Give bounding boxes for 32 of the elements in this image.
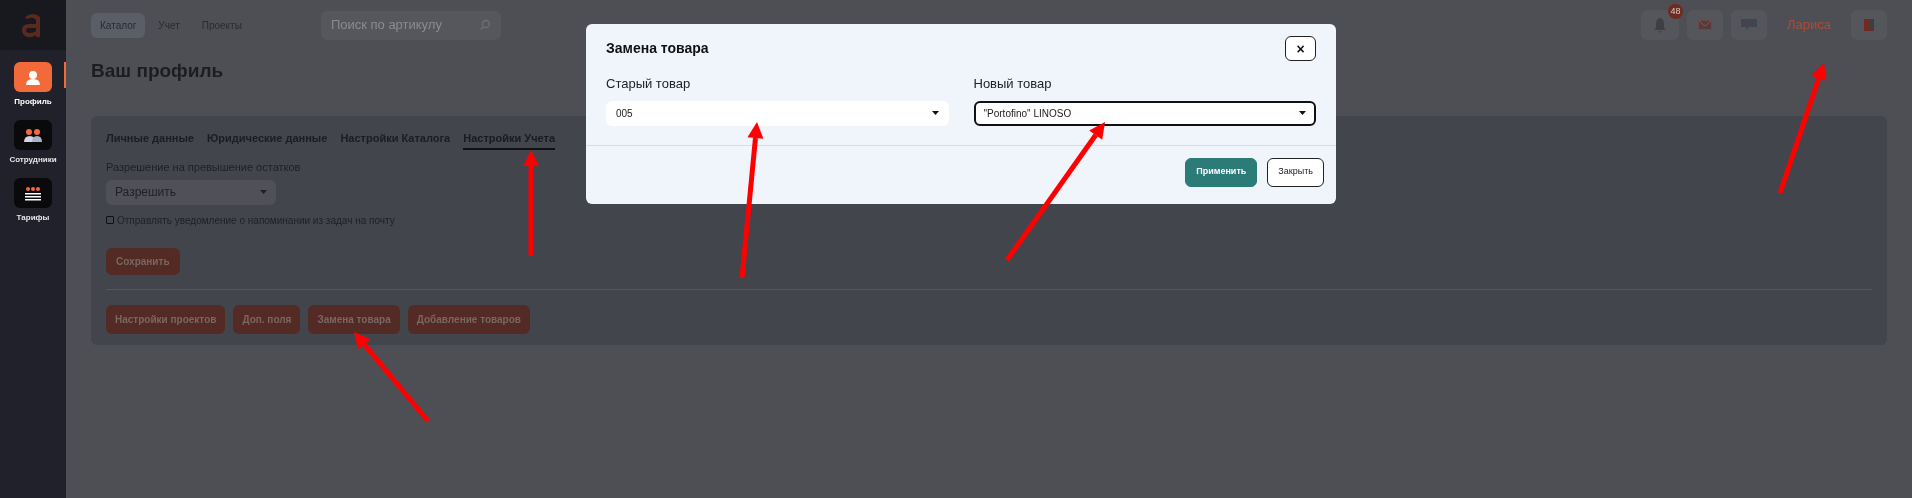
people-icon: [23, 126, 43, 144]
product-select[interactable]: "Portofino" LINOSO: [973, 100, 1316, 126]
modal-title: Замена товара: [606, 39, 709, 58]
user-name-link[interactable]: Лариса: [1775, 15, 1843, 35]
chat-button[interactable]: [1731, 10, 1767, 40]
notification-badge: 48: [1668, 4, 1683, 19]
caret-icon: [260, 190, 267, 194]
mail-button[interactable]: [1687, 10, 1723, 40]
action-button[interactable]: Настройки проектов: [106, 304, 226, 334]
notifications-button[interactable]: [1641, 10, 1679, 40]
sidebar-item[interactable]: Сотрудники: [0, 118, 66, 168]
close-button[interactable]: ×: [1285, 36, 1316, 61]
product-select[interactable]: 005: [606, 100, 949, 126]
list-icon: [23, 184, 43, 202]
sidebar-item[interactable]: Тарифы: [0, 176, 66, 226]
person-icon: [23, 68, 43, 86]
apply-button[interactable]: Применить: [1185, 157, 1258, 187]
field-label: Старый товар: [606, 75, 692, 93]
field-label: Новый товар: [973, 75, 1053, 93]
envelope-icon: [1698, 20, 1712, 30]
logout-button[interactable]: [1851, 10, 1887, 40]
door-icon: [1864, 19, 1874, 31]
bell-icon: [1654, 17, 1666, 33]
search-icon: [478, 19, 491, 31]
action-button[interactable]: Замена товара: [308, 304, 400, 334]
checkbox[interactable]: [106, 216, 114, 224]
action-button[interactable]: Доп. поля: [233, 304, 301, 334]
save-button[interactable]: Сохранить: [106, 247, 180, 275]
close-dialog-button[interactable]: Закрыть: [1267, 157, 1324, 187]
chat-icon: [1741, 19, 1757, 31]
sidebar-item[interactable]: Профиль: [0, 60, 66, 110]
action-button[interactable]: Добавление товаров: [407, 304, 530, 334]
